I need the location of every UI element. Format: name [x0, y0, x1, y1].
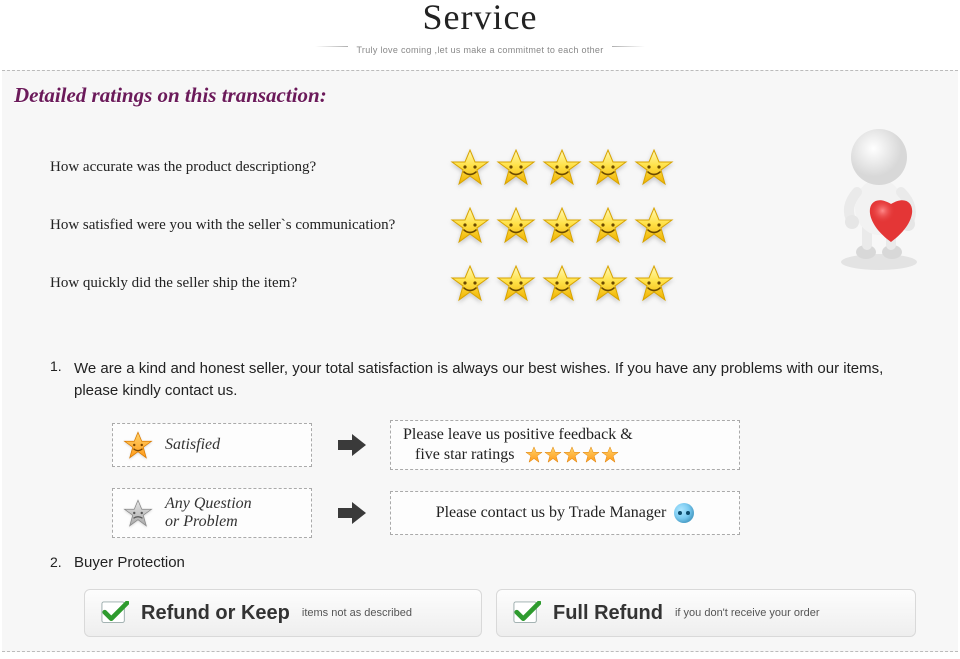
smiley-star-icon — [450, 148, 490, 186]
mini-stars — [525, 446, 619, 464]
smiley-star-icon — [450, 264, 490, 302]
rating-row: How quickly did the seller ship the item… — [50, 254, 958, 312]
subtitle-text: Truly love coming ,let us make a commitm… — [348, 45, 611, 55]
intro-text: We are a kind and honest seller, your to… — [74, 358, 918, 402]
rating-stars — [450, 264, 674, 302]
check-icon — [513, 601, 541, 625]
full-refund-sub: if you don't receive your order — [675, 607, 820, 619]
rating-stars — [450, 148, 674, 186]
star-gray-icon — [123, 498, 153, 528]
mini-star-icon — [563, 446, 581, 464]
rating-row: How accurate was the product description… — [50, 138, 958, 196]
refund-keep-sub: items not as described — [302, 607, 412, 619]
star-yellow-icon — [123, 430, 153, 460]
satisfied-result-box: Please leave us positive feedback & five… — [390, 420, 740, 470]
smiley-star-icon — [542, 264, 582, 302]
smiley-star-icon — [496, 264, 536, 302]
arrow-icon — [336, 434, 366, 456]
rating-question: How accurate was the product description… — [50, 159, 450, 176]
mini-star-icon — [544, 446, 562, 464]
rating-row: How satisfied were you with the seller`s… — [50, 196, 958, 254]
refund-keep-box: Refund or Keep items not as described — [84, 589, 482, 637]
mini-star-icon — [525, 446, 543, 464]
full-refund-main: Full Refund — [553, 602, 663, 625]
rating-question: How satisfied were you with the seller`s… — [50, 217, 450, 234]
list-item: We are a kind and honest seller, your to… — [50, 358, 918, 538]
satisfied-result-line1: Please leave us positive feedback & — [403, 425, 633, 445]
satisfied-row: Satisfied Please leave us positive feedb… — [112, 420, 918, 470]
ratings-block: How accurate was the product description… — [2, 108, 958, 322]
arrow-icon — [336, 502, 366, 524]
check-icon — [101, 601, 129, 625]
refund-row: Refund or Keep items not as described Fu… — [84, 589, 918, 637]
smiley-star-icon — [634, 148, 674, 186]
rating-question: How quickly did the seller ship the item… — [50, 275, 450, 292]
satisfied-label: Satisfied — [165, 436, 220, 454]
smiley-star-icon — [496, 206, 536, 244]
rating-stars — [450, 206, 674, 244]
mascot-heart-icon — [824, 112, 934, 272]
problem-result-box: Please contact us by Trade Manager — [390, 491, 740, 535]
smiley-star-icon — [588, 148, 628, 186]
subtitle: Truly love coming ,let us make a commitm… — [0, 40, 960, 58]
smiley-star-icon — [450, 206, 490, 244]
mini-star-icon — [582, 446, 600, 464]
service-header: Service Truly love coming ,let us make a… — [0, 0, 960, 70]
smiley-star-icon — [634, 206, 674, 244]
satisfied-result-line2: five star ratings — [415, 445, 515, 465]
service-title: Service — [0, 0, 960, 38]
satisfied-box: Satisfied — [112, 423, 312, 467]
trade-manager-icon — [674, 503, 694, 523]
content-list: We are a kind and honest seller, your to… — [2, 322, 958, 637]
smiley-star-icon — [588, 206, 628, 244]
detail-panel: Detailed ratings on this transaction: Ho… — [2, 70, 958, 652]
refund-keep-main: Refund or Keep — [141, 602, 290, 625]
smiley-star-icon — [542, 206, 582, 244]
smiley-star-icon — [542, 148, 582, 186]
problem-box: Any Question or Problem — [112, 488, 312, 538]
smiley-star-icon — [496, 148, 536, 186]
smiley-star-icon — [634, 264, 674, 302]
list-item: Buyer Protection Refund or Keep items no… — [50, 554, 918, 637]
buyer-protection-title: Buyer Protection — [74, 554, 918, 571]
problem-label: Any Question or Problem — [165, 495, 252, 531]
mini-star-icon — [601, 446, 619, 464]
smiley-star-icon — [588, 264, 628, 302]
problem-row: Any Question or Problem Please contact u… — [112, 488, 918, 538]
full-refund-box: Full Refund if you don't receive your or… — [496, 589, 916, 637]
problem-result-text: Please contact us by Trade Manager — [436, 503, 667, 523]
detail-heading: Detailed ratings on this transaction: — [2, 71, 958, 108]
